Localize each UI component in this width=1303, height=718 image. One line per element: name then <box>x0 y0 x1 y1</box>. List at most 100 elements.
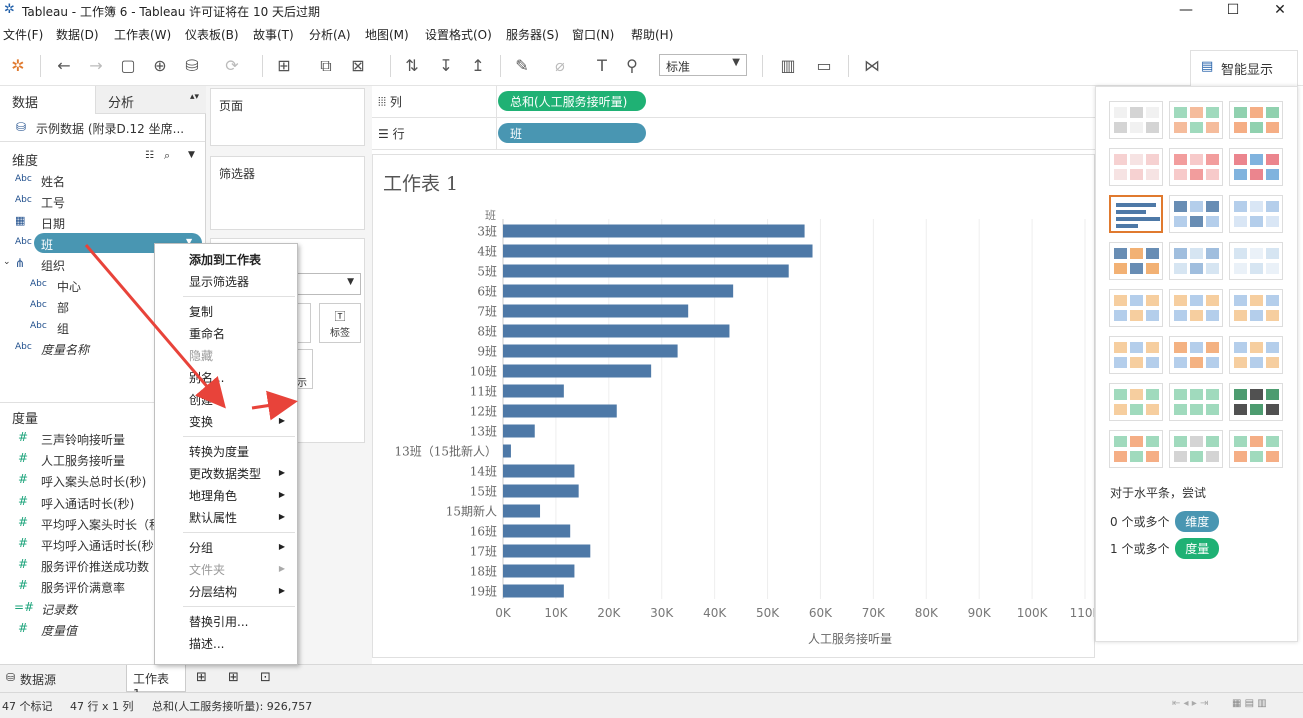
presentation-mode-icon[interactable]: ▭ <box>812 54 836 78</box>
close-button[interactable]: ✕ <box>1257 0 1303 22</box>
chart-type-dual-combination[interactable] <box>1229 336 1283 374</box>
menu-item-10[interactable]: 帮助(H) <box>631 26 673 43</box>
smart-show-tab[interactable]: ▤ 智能显示 <box>1190 50 1298 86</box>
dimension-field[interactable]: Abc 姓名 <box>0 170 205 191</box>
group-members-icon[interactable]: ⌀ <box>548 54 572 78</box>
fix-axes-icon[interactable]: ⚲ <box>620 54 644 78</box>
chart-type-text-table[interactable] <box>1109 101 1163 139</box>
menu-item-5[interactable]: 分析(A) <box>309 26 351 43</box>
menu-item-8[interactable]: 服务器(S) <box>506 26 559 43</box>
menu-item-0[interactable]: 文件(F) <box>3 26 43 43</box>
new-story-tab-icon[interactable]: ⊡ <box>260 670 271 685</box>
sheet-nav-icons[interactable]: ⇤ ◂ ▸ ⇥ <box>1172 698 1208 709</box>
rows-pill[interactable]: 班 <box>498 123 646 143</box>
chart-type-continuous-lines[interactable] <box>1109 289 1163 327</box>
new-worksheet-tab-icon[interactable]: ⊞ <box>196 670 207 685</box>
context-menu-item[interactable]: 创建 <box>189 391 213 408</box>
chart-type-area-continuous[interactable] <box>1109 336 1163 374</box>
chart-type-gantt[interactable] <box>1109 430 1163 468</box>
chart-type-dual-lines[interactable] <box>1229 289 1283 327</box>
context-menu-item[interactable]: 复制 <box>189 303 213 320</box>
filters-card[interactable]: 筛选器 <box>210 156 365 230</box>
collapse-icon[interactable]: ⌄ <box>3 257 11 267</box>
menu-item-6[interactable]: 地图(M) <box>365 26 409 43</box>
duplicate-sheet-icon[interactable]: ⧉ <box>314 54 338 78</box>
dimension-field[interactable]: Abc 工号 <box>0 191 205 212</box>
sort-descending-icon[interactable]: ↥ <box>466 54 490 78</box>
chart-type-highlight-table[interactable] <box>1229 101 1283 139</box>
chart-type-heat-map[interactable] <box>1169 101 1223 139</box>
menu-item-7[interactable]: 设置格式(O) <box>425 26 492 43</box>
swap-rows-cols-icon[interactable]: ⇅ <box>400 54 424 78</box>
search-icon[interactable]: ⌕ <box>164 149 170 163</box>
dimension-field[interactable]: ▦ 日期 <box>0 212 205 233</box>
refresh-icon[interactable]: ⟳ <box>220 54 244 78</box>
context-menu-item[interactable]: 分层结构 <box>189 583 237 600</box>
pause-updates-icon[interactable]: ⛁ <box>180 54 204 78</box>
chart-type-pie-chart[interactable] <box>1229 148 1283 186</box>
maximize-button[interactable]: ☐ <box>1210 0 1256 22</box>
menu-item-4[interactable]: 故事(T) <box>253 26 294 43</box>
redo-icon[interactable]: → <box>84 54 108 78</box>
undo-icon[interactable]: ← <box>52 54 76 78</box>
tab-menu-icon[interactable]: ▴▾ <box>190 92 199 102</box>
chart-type-packed-bubbles[interactable] <box>1229 430 1283 468</box>
menu-item-3[interactable]: 仪表板(B) <box>185 26 239 43</box>
chart-type-histogram[interactable] <box>1169 383 1223 421</box>
chart-type-filled-map[interactable] <box>1169 148 1223 186</box>
context-menu-item[interactable]: 添加到工作表 <box>189 251 261 268</box>
chart-type-treemap[interactable] <box>1109 242 1163 280</box>
chart-type-symbol-map[interactable] <box>1109 148 1163 186</box>
new-worksheet-icon[interactable]: ⊞ <box>272 54 296 78</box>
chart-type-circle-views[interactable] <box>1169 242 1223 280</box>
context-menu-item[interactable]: 转换为度量 <box>189 443 249 460</box>
tooltip-button[interactable]: 示 <box>297 349 313 389</box>
mark-type-select[interactable]: ▼ <box>297 273 361 295</box>
menu-item-2[interactable]: 工作表(W) <box>114 26 171 43</box>
label-button[interactable]: 🅃 标签 <box>319 303 361 343</box>
size-button[interactable] <box>297 303 311 343</box>
context-menu-item[interactable]: 显示筛选器 <box>189 273 249 290</box>
minimize-button[interactable]: — <box>1163 0 1209 22</box>
view-list-icon[interactable]: ☷ <box>145 150 154 161</box>
save-icon[interactable]: ▢ <box>116 54 140 78</box>
menu-item-9[interactable]: 窗口(N) <box>572 26 614 43</box>
columns-shelf[interactable]: ⦙⦙⦙ 列 总和(人工服务接听量) <box>372 86 1095 118</box>
sort-ascending-icon[interactable]: ↧ <box>434 54 458 78</box>
context-menu-item[interactable]: 更改数据类型 <box>189 465 261 482</box>
tab-data[interactable]: 数据 <box>0 86 96 114</box>
context-menu-item[interactable]: 默认属性 <box>189 509 237 526</box>
dimensions-menu-icon[interactable]: ▼ <box>188 150 195 160</box>
chart-type-side-by-side-circles[interactable] <box>1229 242 1283 280</box>
share-icon[interactable]: ⋈ <box>860 54 884 78</box>
columns-pill[interactable]: 总和(人工服务接听量) <box>498 91 646 111</box>
view-mode-icons[interactable]: ▦ ▤ ▥ <box>1232 698 1267 709</box>
pages-card[interactable]: 页面 <box>210 88 365 146</box>
show-cards-icon[interactable]: ▥ <box>776 54 800 78</box>
context-menu-item[interactable]: 描述... <box>189 635 224 652</box>
chart-type-discrete-lines[interactable] <box>1169 289 1223 327</box>
fit-select[interactable]: 标准 ▼ <box>659 54 747 76</box>
chart-type-side-by-side-bars[interactable] <box>1229 195 1283 233</box>
chart-type-stacked-bars[interactable] <box>1169 195 1223 233</box>
sheet-tab[interactable]: 工作表 1 <box>126 665 186 701</box>
tableau-home-icon[interactable]: ✲ <box>6 54 30 78</box>
show-labels-icon[interactable]: T <box>590 54 614 78</box>
context-menu-item[interactable]: 地理角色 <box>189 487 237 504</box>
chart-type-box-whisker[interactable] <box>1229 383 1283 421</box>
datasource-row[interactable]: ⛁ 示例数据 (附录D.12 坐席... <box>0 114 205 142</box>
menu-item-1[interactable]: 数据(D) <box>56 26 99 43</box>
datasource-tab[interactable]: 数据源 <box>20 671 56 688</box>
context-menu-item[interactable]: 替换引用... <box>189 613 248 630</box>
new-dashboard-tab-icon[interactable]: ⊞ <box>228 670 239 685</box>
chart-type-horizontal-bars[interactable] <box>1109 195 1163 233</box>
highlight-icon[interactable]: ✎ <box>510 54 534 78</box>
chart-type-area-discrete[interactable] <box>1169 336 1223 374</box>
chart-type-scatter-plot[interactable] <box>1109 383 1163 421</box>
chart-type-bullet-graph[interactable] <box>1169 430 1223 468</box>
context-menu-item[interactable]: 分组 <box>189 539 213 556</box>
rows-shelf[interactable]: ☰ 行 班 <box>372 118 1095 150</box>
clear-sheet-icon[interactable]: ⊠ <box>346 54 370 78</box>
context-menu-item[interactable]: 别名... <box>189 369 224 386</box>
new-datasource-icon[interactable]: ⊕ <box>148 54 172 78</box>
